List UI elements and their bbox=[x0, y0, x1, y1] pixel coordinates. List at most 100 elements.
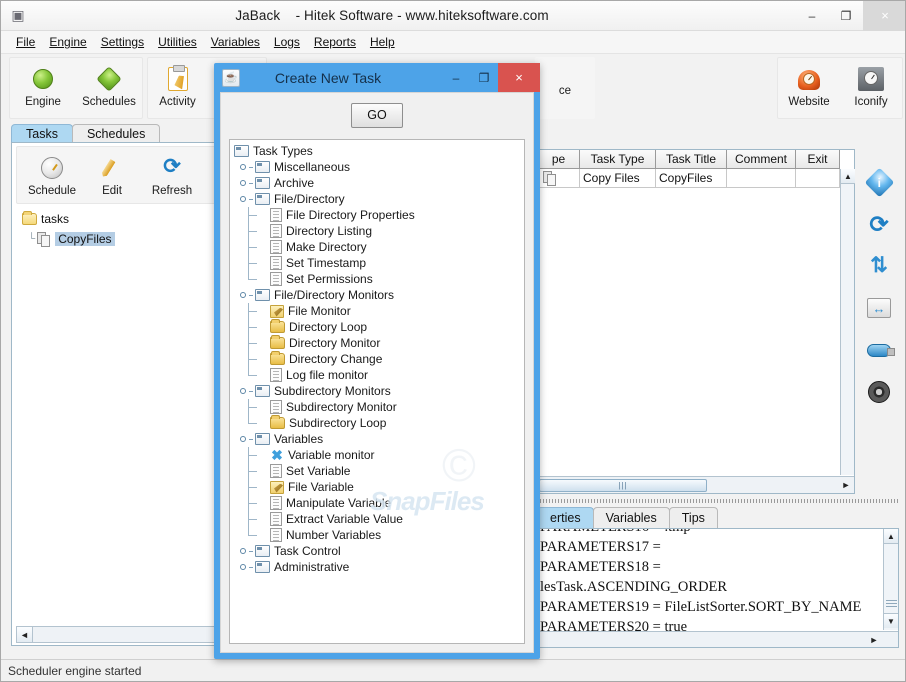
menu-logs[interactable]: Logs bbox=[267, 33, 307, 51]
yellow-folder-icon bbox=[270, 319, 285, 333]
tree-node-task-control[interactable]: Task Control bbox=[230, 543, 524, 559]
table-row[interactable]: Copy Files CopyFiles bbox=[538, 169, 854, 188]
tree-node-file-monitor[interactable]: File Monitor bbox=[230, 303, 524, 319]
tree-node-file-directory[interactable]: File/Directory bbox=[230, 191, 524, 207]
expand-handle-icon[interactable] bbox=[236, 180, 249, 186]
collapse-handle-icon[interactable] bbox=[236, 436, 249, 442]
col-header-type[interactable]: pe bbox=[538, 150, 580, 169]
toolbar-button-engine[interactable]: Engine bbox=[10, 58, 76, 118]
scroll-left-arrow-icon[interactable]: ◄ bbox=[17, 627, 33, 642]
tree-node-administrative[interactable]: Administrative bbox=[230, 559, 524, 575]
properties-pane[interactable]: PARAMETERS16 = .tmp PARAMETERS17 = PARAM… bbox=[537, 528, 899, 648]
menu-engine[interactable]: Engine bbox=[42, 33, 93, 51]
toolbar-button-edit[interactable]: Edit bbox=[85, 147, 139, 207]
toolbar-button-schedule[interactable]: Schedule bbox=[19, 147, 85, 207]
tab-tasks[interactable]: Tasks bbox=[11, 124, 73, 143]
menu-variables[interactable]: Variables bbox=[204, 33, 267, 51]
toolbar-partial-label: ce bbox=[558, 85, 572, 97]
menu-reports[interactable]: Reports bbox=[307, 33, 363, 51]
tab-variables-label: Variables bbox=[605, 511, 657, 525]
menu-settings[interactable]: Settings bbox=[94, 33, 151, 51]
statusbar-text: Scheduler engine started bbox=[8, 663, 142, 678]
rail-disc-button[interactable] bbox=[862, 371, 896, 413]
tree-node-archive[interactable]: Archive bbox=[230, 175, 524, 191]
col-header-exit[interactable]: Exit bbox=[796, 150, 840, 169]
tree-node-set-timestamp[interactable]: Set Timestamp bbox=[230, 255, 524, 271]
scroll-right-arrow-icon[interactable]: ► bbox=[838, 478, 854, 493]
table-vscrollbar[interactable]: ▲ bbox=[840, 169, 855, 475]
toolbar-button-iconify[interactable]: Iconify bbox=[840, 58, 902, 118]
dialog-minimize-button[interactable]: – bbox=[442, 63, 470, 92]
properties-vscrollbar[interactable]: ▲ ▼ bbox=[883, 529, 898, 630]
tree-node-make-directory[interactable]: Make Directory bbox=[230, 239, 524, 255]
tree-node-directory-listing[interactable]: Directory Listing bbox=[230, 223, 524, 239]
tree-node-extract-variable-value[interactable]: Extract Variable Value bbox=[230, 511, 524, 527]
tree-node-number-variables[interactable]: Number Variables bbox=[230, 527, 524, 543]
tab-schedules[interactable]: Schedules bbox=[71, 124, 161, 143]
toolbar-button-activity[interactable]: Activity bbox=[148, 58, 207, 118]
tree-node-subdirectory-loop[interactable]: Subdirectory Loop bbox=[230, 415, 524, 431]
expand-handle-icon[interactable] bbox=[236, 564, 249, 570]
toolbar-button-schedules[interactable]: Schedules bbox=[76, 58, 142, 118]
scroll-up-arrow-icon[interactable]: ▲ bbox=[841, 169, 855, 184]
tree-node-variable-monitor[interactable]: ✖ Variable monitor bbox=[230, 447, 524, 463]
rail-info-button[interactable]: i bbox=[862, 161, 896, 203]
table-hscrollbar[interactable]: ||| ► bbox=[538, 476, 854, 493]
tree-node-manipulate-variable[interactable]: Manipulate Variable bbox=[230, 495, 524, 511]
scroll-up-arrow-icon[interactable]: ▲ bbox=[884, 529, 898, 544]
tab-tips[interactable]: Tips bbox=[668, 507, 718, 528]
dialog-maximize-button[interactable]: ❐ bbox=[470, 63, 498, 92]
maximize-button[interactable]: ❐ bbox=[829, 1, 863, 31]
tree-node-directory-change[interactable]: Directory Change bbox=[230, 351, 524, 367]
tree-node-subdirectory-monitors[interactable]: Subdirectory Monitors bbox=[230, 383, 524, 399]
col-header-comment[interactable]: Comment bbox=[727, 150, 796, 169]
task-types-tree[interactable]: © SnapFiles Task Types Miscellaneous Arc… bbox=[229, 139, 525, 644]
scroll-down-arrow-icon[interactable]: ▼ bbox=[884, 613, 898, 628]
tree-node-task-types[interactable]: Task Types bbox=[230, 143, 524, 159]
collapse-handle-icon[interactable] bbox=[236, 196, 249, 202]
tree-node-directory-monitor[interactable]: Directory Monitor bbox=[230, 335, 524, 351]
menu-utilities[interactable]: Utilities bbox=[151, 33, 204, 51]
expand-handle-icon[interactable] bbox=[236, 548, 249, 554]
tasks-schedule-label: Schedule bbox=[28, 185, 76, 197]
collapse-handle-icon[interactable] bbox=[236, 388, 249, 394]
col-header-task-title[interactable]: Task Title bbox=[656, 150, 727, 169]
tab-properties[interactable]: erties bbox=[537, 507, 594, 528]
tree-node-file-variable[interactable]: File Variable bbox=[230, 479, 524, 495]
go-button[interactable]: GO bbox=[351, 102, 403, 128]
tree-node-subdirectory-monitor[interactable]: Subdirectory Monitor bbox=[230, 399, 524, 415]
tab-tips-label: Tips bbox=[681, 511, 705, 525]
toolbar-button-website[interactable]: Website bbox=[778, 58, 840, 118]
toolbar-button-partial[interactable]: ce bbox=[535, 57, 595, 117]
rail-updown-button[interactable]: ⇅ bbox=[862, 245, 896, 287]
close-button[interactable]: × bbox=[863, 1, 905, 31]
tree-node-file-directory-properties[interactable]: File Directory Properties bbox=[230, 207, 524, 223]
dialog-close-button[interactable]: × bbox=[498, 63, 540, 92]
tree-node-miscellaneous[interactable]: Miscellaneous bbox=[230, 159, 524, 175]
menu-help[interactable]: Help bbox=[363, 33, 402, 51]
toolbar-group-website: Website Iconify bbox=[777, 57, 903, 119]
rail-sync-button[interactable]: ⟳ bbox=[862, 203, 896, 245]
minimize-button[interactable]: – bbox=[795, 1, 829, 31]
cell-type bbox=[538, 169, 580, 188]
expand-handle-icon[interactable] bbox=[236, 164, 249, 170]
tree-node-set-variable[interactable]: Set Variable bbox=[230, 463, 524, 479]
collapse-handle-icon[interactable] bbox=[236, 292, 249, 298]
scroll-right-arrow-icon[interactable]: ► bbox=[866, 632, 882, 647]
tree-node-directory-loop[interactable]: Directory Loop bbox=[230, 319, 524, 335]
panel-splitter[interactable] bbox=[537, 499, 899, 503]
menu-file[interactable]: File bbox=[9, 33, 42, 51]
tree-node-log-file-monitor[interactable]: Log file monitor bbox=[230, 367, 524, 383]
tree-node-file-directory-monitors[interactable]: File/Directory Monitors bbox=[230, 287, 524, 303]
hscroll-thumb[interactable]: ||| bbox=[539, 478, 707, 492]
tree-node-variables[interactable]: Variables bbox=[230, 431, 524, 447]
toolbar-engine-label: Engine bbox=[25, 96, 61, 108]
rail-leftright-button[interactable]: ↔ bbox=[862, 287, 896, 329]
tree-node-task-control-label: Task Control bbox=[274, 544, 341, 558]
rail-usb-button[interactable] bbox=[862, 329, 896, 371]
tree-node-set-permissions[interactable]: Set Permissions bbox=[230, 271, 524, 287]
col-header-task-type[interactable]: Task Type bbox=[580, 150, 656, 169]
tab-variables[interactable]: Variables bbox=[592, 507, 670, 528]
toolbar-button-refresh[interactable]: ⟳ Refresh bbox=[139, 147, 205, 207]
properties-hscrollbar[interactable]: ► bbox=[538, 631, 898, 647]
